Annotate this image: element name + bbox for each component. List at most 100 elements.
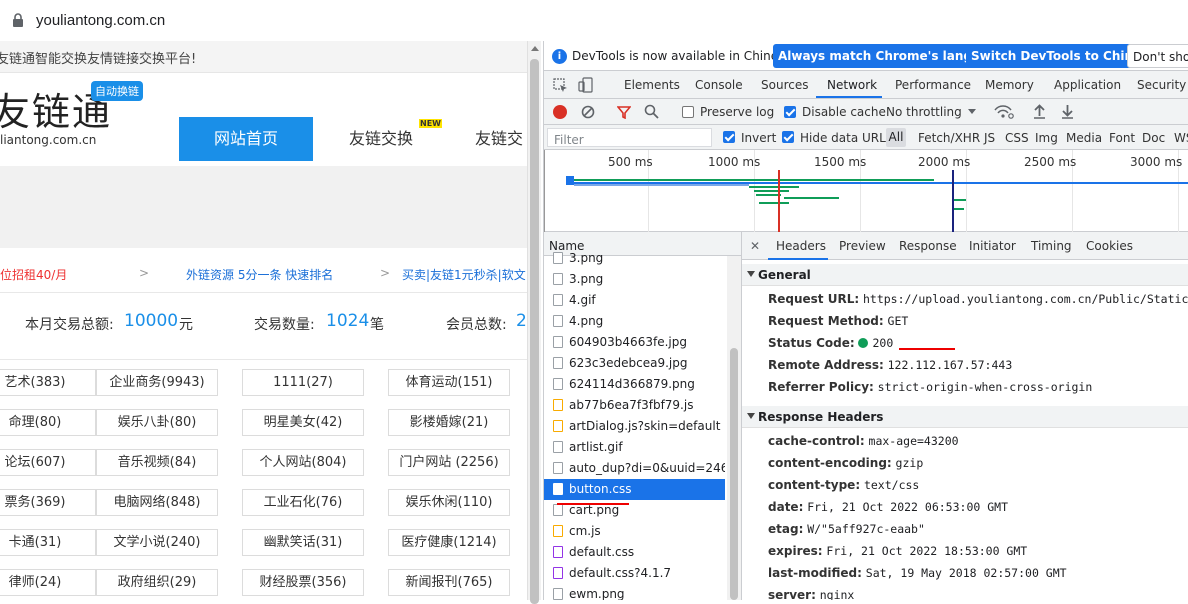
tab-performance[interactable]: Performance bbox=[895, 78, 971, 92]
request-row[interactable]: artlist.gif bbox=[544, 437, 725, 458]
invert-checkbox[interactable] bbox=[723, 131, 735, 143]
filter-type-fetch-xhr[interactable]: Fetch/XHR bbox=[918, 131, 980, 145]
filter-all-button[interactable]: All bbox=[886, 128, 906, 147]
category-link[interactable]: 命理(80) bbox=[0, 409, 96, 436]
category-link[interactable]: 1111(27) bbox=[242, 369, 364, 396]
header-field[interactable]: content-type: text/css bbox=[768, 478, 919, 492]
tab-initiator[interactable]: Initiator bbox=[969, 239, 1016, 253]
category-link[interactable]: 工业石化(76) bbox=[242, 489, 364, 516]
tab-network[interactable]: Network bbox=[827, 78, 877, 92]
category-link[interactable]: 音乐视频(84) bbox=[96, 449, 218, 476]
filter-type-ws[interactable]: WS bbox=[1174, 131, 1188, 145]
request-row[interactable]: default.css?4.1.7 bbox=[544, 563, 725, 584]
category-link[interactable]: 明星美女(42) bbox=[242, 409, 364, 436]
clear-icon[interactable] bbox=[581, 105, 595, 119]
tab-application[interactable]: Application bbox=[1054, 78, 1121, 92]
category-link[interactable]: 娱乐休闲(110) bbox=[388, 489, 510, 516]
ticker-item[interactable]: 位招租40/月 bbox=[0, 266, 67, 283]
filter-type-css[interactable]: CSS bbox=[1005, 131, 1029, 145]
category-link[interactable]: 体育运动(151) bbox=[388, 369, 510, 396]
filter-icon[interactable] bbox=[617, 105, 631, 119]
header-field[interactable]: Status Code: 200 bbox=[768, 336, 893, 350]
request-row[interactable]: 3.png bbox=[544, 248, 725, 269]
category-link[interactable]: 律师(24) bbox=[0, 569, 96, 596]
request-row[interactable]: 624114d366879.png bbox=[544, 374, 725, 395]
tab-sources[interactable]: Sources bbox=[761, 78, 808, 92]
category-link[interactable]: 论坛(607) bbox=[0, 449, 96, 476]
filter-type-img[interactable]: Img bbox=[1035, 131, 1058, 145]
tab-headers[interactable]: Headers bbox=[776, 239, 826, 253]
inspect-element-icon[interactable] bbox=[553, 78, 568, 93]
tab-elements[interactable]: Elements bbox=[624, 78, 680, 92]
preserve-log-checkbox[interactable] bbox=[682, 106, 694, 118]
nav-home[interactable]: 网站首页 bbox=[179, 117, 313, 161]
filter-type-js[interactable]: JS bbox=[984, 131, 995, 145]
request-row[interactable]: ewm.png bbox=[544, 584, 725, 600]
category-link[interactable]: 政府组织(29) bbox=[96, 569, 218, 596]
request-row[interactable]: button.css bbox=[544, 479, 725, 500]
tab-console[interactable]: Console bbox=[695, 78, 743, 92]
category-link[interactable]: 票务(369) bbox=[0, 489, 96, 516]
address-bar[interactable]: youliantong.com.cn bbox=[0, 0, 1188, 41]
category-link[interactable]: 幽默笑话(31) bbox=[242, 529, 364, 556]
network-overview[interactable]: 500 ms 1000 ms 1500 ms 2000 ms 2500 ms 3… bbox=[544, 150, 1188, 232]
request-row[interactable]: default.css bbox=[544, 542, 725, 563]
request-row[interactable]: ab77b6ea7f3fbf79.js bbox=[544, 395, 725, 416]
request-row[interactable]: 623c3edebcea9.jpg bbox=[544, 353, 725, 374]
request-row[interactable]: 4.gif bbox=[544, 290, 725, 311]
header-field[interactable]: server: nginx bbox=[768, 588, 854, 600]
tab-memory[interactable]: Memory bbox=[985, 78, 1034, 92]
category-link[interactable]: 影楼婚嫁(21) bbox=[388, 409, 510, 436]
filter-input[interactable]: Filter bbox=[547, 128, 712, 147]
url-text[interactable]: youliantong.com.cn bbox=[36, 12, 165, 29]
filter-type-doc[interactable]: Doc bbox=[1142, 131, 1165, 145]
filter-type-media[interactable]: Media bbox=[1066, 131, 1102, 145]
request-row[interactable]: auto_dup?di=0&uuid=24652 bbox=[544, 458, 725, 479]
header-field[interactable]: Request Method: GET bbox=[768, 314, 908, 328]
hide-data-urls-checkbox[interactable] bbox=[782, 131, 794, 143]
header-field[interactable]: expires: Fri, 21 Oct 2022 18:53:00 GMT bbox=[768, 544, 1027, 558]
scrollbar-thumb[interactable] bbox=[530, 59, 539, 604]
network-conditions-icon[interactable] bbox=[994, 104, 1014, 119]
category-link[interactable]: 新闻报刊(765) bbox=[388, 569, 510, 596]
tab-timing[interactable]: Timing bbox=[1031, 239, 1072, 253]
category-link[interactable]: 门户网站 (2256) bbox=[388, 449, 510, 476]
tab-preview[interactable]: Preview bbox=[839, 239, 886, 253]
disable-cache-checkbox[interactable] bbox=[784, 106, 796, 118]
close-details-icon[interactable]: ✕ bbox=[750, 239, 760, 253]
category-link[interactable]: 电脑网络(848) bbox=[96, 489, 218, 516]
response-headers-section-header[interactable]: Response Headers bbox=[742, 406, 1188, 428]
request-row[interactable]: 604903b4663fe.jpg bbox=[544, 332, 725, 353]
header-field[interactable]: etag: W/"5aff927c-eaab" bbox=[768, 522, 925, 536]
filter-type-font[interactable]: Font bbox=[1109, 131, 1135, 145]
header-field[interactable]: Remote Address: 122.112.167.57:443 bbox=[768, 358, 1012, 372]
general-section-header[interactable]: General bbox=[742, 264, 1188, 286]
header-field[interactable]: Request URL: https://upload.youliantong.… bbox=[768, 292, 1188, 306]
import-har-icon[interactable] bbox=[1033, 104, 1046, 119]
nav-link-exchange[interactable]: 友链交换 bbox=[349, 117, 413, 161]
header-field[interactable]: cache-control: max-age=43200 bbox=[768, 434, 959, 448]
tab-security[interactable]: Security bbox=[1137, 78, 1186, 92]
ticker-item[interactable]: 买卖|友链1元秒杀|软文 bbox=[402, 266, 526, 283]
dont-show-again-button[interactable]: Don't show bbox=[1127, 44, 1188, 68]
search-icon[interactable] bbox=[644, 104, 659, 119]
scroll-up-arrow-icon[interactable] bbox=[531, 46, 539, 51]
category-link[interactable]: 娱乐八卦(80) bbox=[96, 409, 218, 436]
request-row[interactable]: artDialog.js?skin=default bbox=[544, 416, 725, 437]
category-link[interactable]: 艺术(383) bbox=[0, 369, 96, 396]
tab-cookies[interactable]: Cookies bbox=[1086, 239, 1133, 253]
request-list-scrollbar[interactable] bbox=[727, 256, 741, 600]
category-link[interactable]: 文学小说(240) bbox=[96, 529, 218, 556]
header-field[interactable]: Referrer Policy: strict-origin-when-cros… bbox=[768, 380, 1092, 394]
request-row[interactable]: 3.png bbox=[544, 269, 725, 290]
export-har-icon[interactable] bbox=[1061, 104, 1074, 119]
page-scrollbar[interactable] bbox=[527, 41, 541, 604]
category-link[interactable]: 医疗健康(1214) bbox=[388, 529, 510, 556]
tab-response[interactable]: Response bbox=[899, 239, 957, 253]
category-link[interactable]: 个人网站(804) bbox=[242, 449, 364, 476]
category-link[interactable]: 卡通(31) bbox=[0, 529, 96, 556]
nav-link-exchange-2[interactable]: 友链交 bbox=[475, 117, 523, 161]
category-link[interactable]: 财经股票(356) bbox=[242, 569, 364, 596]
record-icon[interactable] bbox=[553, 105, 567, 119]
header-field[interactable]: content-encoding: gzip bbox=[768, 456, 923, 470]
